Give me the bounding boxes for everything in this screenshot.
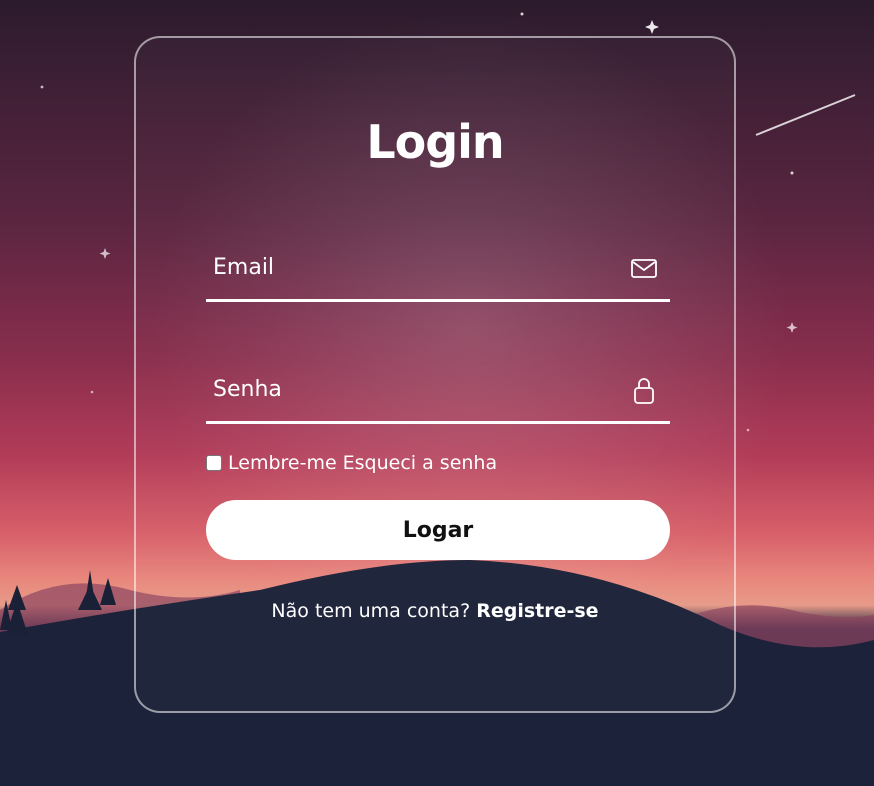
password-field: [206, 359, 670, 424]
login-title: Login: [366, 115, 504, 169]
email-input[interactable]: [206, 237, 616, 297]
envelope-icon: [630, 253, 658, 283]
login-button[interactable]: Logar: [206, 500, 670, 560]
shooting-star: [755, 94, 856, 136]
email-field: [206, 237, 670, 302]
register-link[interactable]: Registre-se: [476, 600, 598, 622]
password-input[interactable]: [206, 359, 616, 419]
register-prompt: Não tem uma conta?: [271, 600, 477, 622]
remember-forgot-row: Lembre-me Esqueci a senha: [206, 450, 497, 476]
forgot-password-link[interactable]: Esqueci a senha: [343, 452, 497, 474]
login-card: Login Lembre-me Esqueci a senha: [134, 36, 736, 713]
register-row: Não tem uma conta? Registre-se: [136, 600, 734, 622]
login-page: Login Lembre-me Esqueci a senha: [0, 0, 874, 786]
lock-icon: [630, 375, 658, 405]
remember-label[interactable]: Lembre-me: [228, 452, 337, 474]
remember-checkbox[interactable]: [206, 455, 222, 471]
